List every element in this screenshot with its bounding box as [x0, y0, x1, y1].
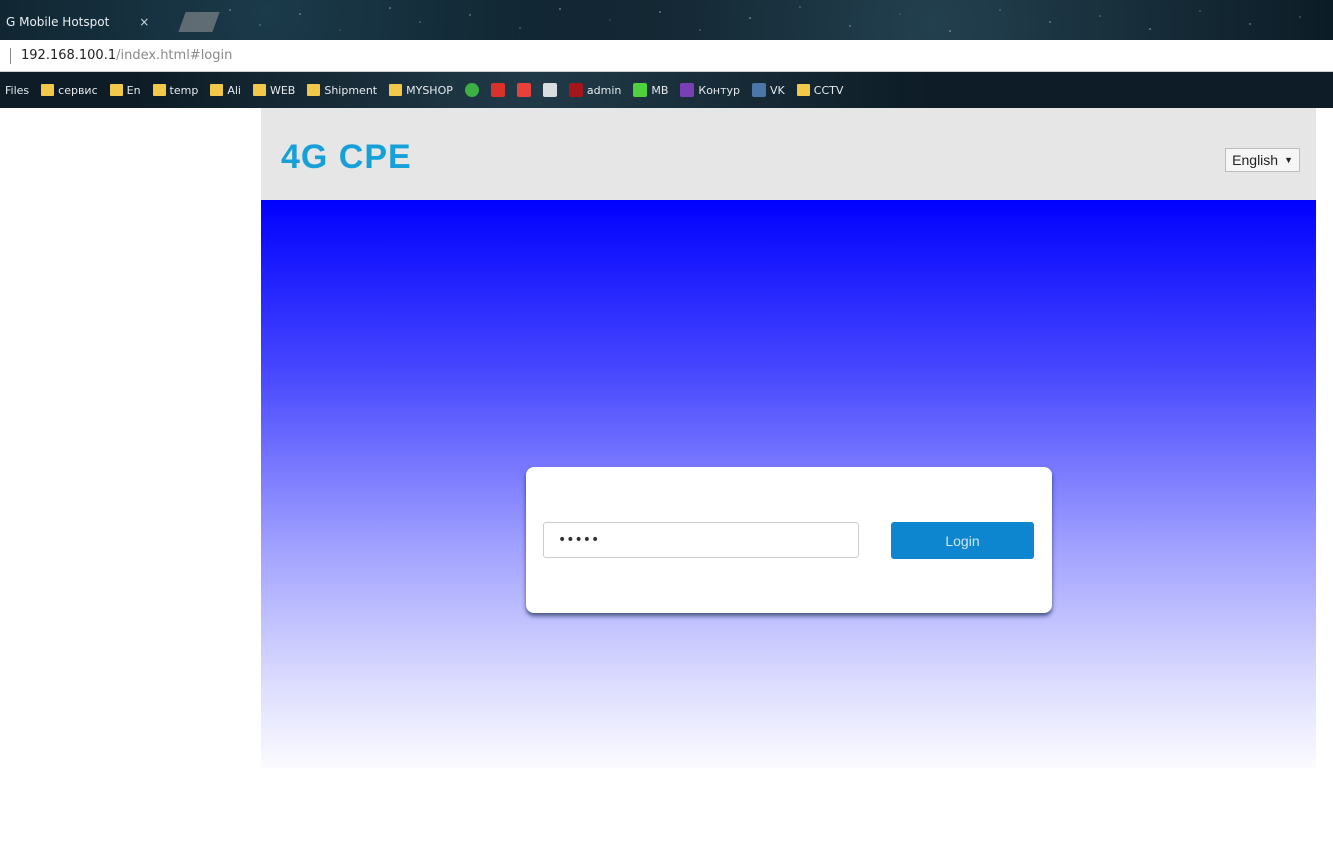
bookmark-label: Ali	[227, 83, 241, 97]
chevron-down-icon: ▼	[1284, 155, 1293, 165]
url-host: 192.168.100.1	[21, 48, 117, 63]
bookmark-en[interactable]: En	[107, 84, 144, 97]
bookmark-label: Files	[5, 83, 30, 97]
password-input[interactable]	[543, 522, 859, 558]
mail-icon	[516, 83, 531, 97]
bookmark-label: MB	[651, 83, 669, 97]
acrobat-icon	[490, 83, 505, 97]
folder-icon	[307, 84, 321, 96]
bookmark-admin[interactable]: admin	[566, 83, 624, 97]
brand-logo: 4G CPE	[281, 138, 412, 176]
bookmark-green-site[interactable]	[462, 83, 482, 97]
bookmark-servis[interactable]: сервис	[38, 84, 100, 97]
language-select[interactable]: English ▼	[1225, 148, 1300, 172]
bookmark-vk[interactable]: VK	[749, 83, 788, 97]
language-value: English	[1232, 152, 1279, 168]
bookmark-ali[interactable]: Ali	[207, 84, 244, 97]
folder-icon	[41, 84, 55, 96]
document-icon	[542, 83, 557, 97]
bookmark-label: admin	[586, 83, 622, 97]
network-icon	[633, 83, 648, 97]
bookmark-shipment[interactable]: Shipment	[304, 84, 380, 97]
bookmark-acrobat[interactable]	[488, 83, 508, 97]
browser-tab-active[interactable]: G Mobile Hotspot ×	[0, 8, 180, 36]
router-login-page: 4G CPE English ▼ Login	[261, 108, 1316, 768]
bookmark-label: temp	[169, 83, 199, 97]
bookmark-label: Shipment	[324, 83, 378, 97]
tab-close-icon[interactable]: ×	[139, 15, 149, 29]
green-circle-icon	[464, 83, 479, 97]
new-tab-button[interactable]	[178, 12, 220, 32]
folder-icon	[109, 84, 123, 96]
bookmark-label: WEB	[269, 83, 296, 97]
login-button[interactable]: Login	[891, 522, 1034, 559]
bookmarks-bar: Files сервис En temp Ali WEB Shipment MY…	[0, 72, 1333, 108]
folder-icon	[210, 84, 224, 96]
bookmark-label: MYSHOP	[406, 83, 453, 97]
url-path: /index.html#login	[116, 48, 233, 63]
bookmark-label: En	[126, 83, 141, 97]
login-card: Login	[526, 467, 1052, 613]
bookmark-myshop[interactable]: MYSHOP	[386, 84, 456, 97]
folder-icon	[252, 84, 266, 96]
bookmark-files[interactable]: Files	[2, 84, 32, 97]
bookmark-label: VK	[770, 83, 785, 97]
login-background: Login	[261, 200, 1316, 768]
bookmark-label: сервис	[58, 83, 98, 97]
bookmark-kontur[interactable]: Контур	[677, 83, 743, 97]
bookmark-cctv[interactable]: CCTV	[794, 84, 847, 97]
bookmark-mb[interactable]: MB	[630, 83, 671, 97]
vk-icon	[752, 83, 767, 97]
kontur-icon	[680, 83, 695, 97]
bookmark-doc[interactable]	[540, 83, 560, 97]
address-bar[interactable]: 192.168.100.1 /index.html#login	[0, 40, 1333, 72]
address-divider	[10, 47, 11, 64]
admin-icon	[568, 83, 583, 97]
bookmark-temp[interactable]: temp	[150, 84, 202, 97]
page-header: 4G CPE English ▼	[261, 108, 1316, 200]
folder-icon	[796, 84, 810, 96]
browser-tab-strip: G Mobile Hotspot ×	[0, 0, 1333, 40]
folder-icon	[389, 84, 403, 96]
folder-icon	[152, 84, 166, 96]
bookmark-label: CCTV	[813, 83, 844, 97]
bookmark-web[interactable]: WEB	[250, 84, 298, 97]
bookmark-mail[interactable]	[514, 83, 534, 97]
bookmark-label: Контур	[698, 83, 741, 97]
tab-title: G Mobile Hotspot	[6, 15, 110, 29]
